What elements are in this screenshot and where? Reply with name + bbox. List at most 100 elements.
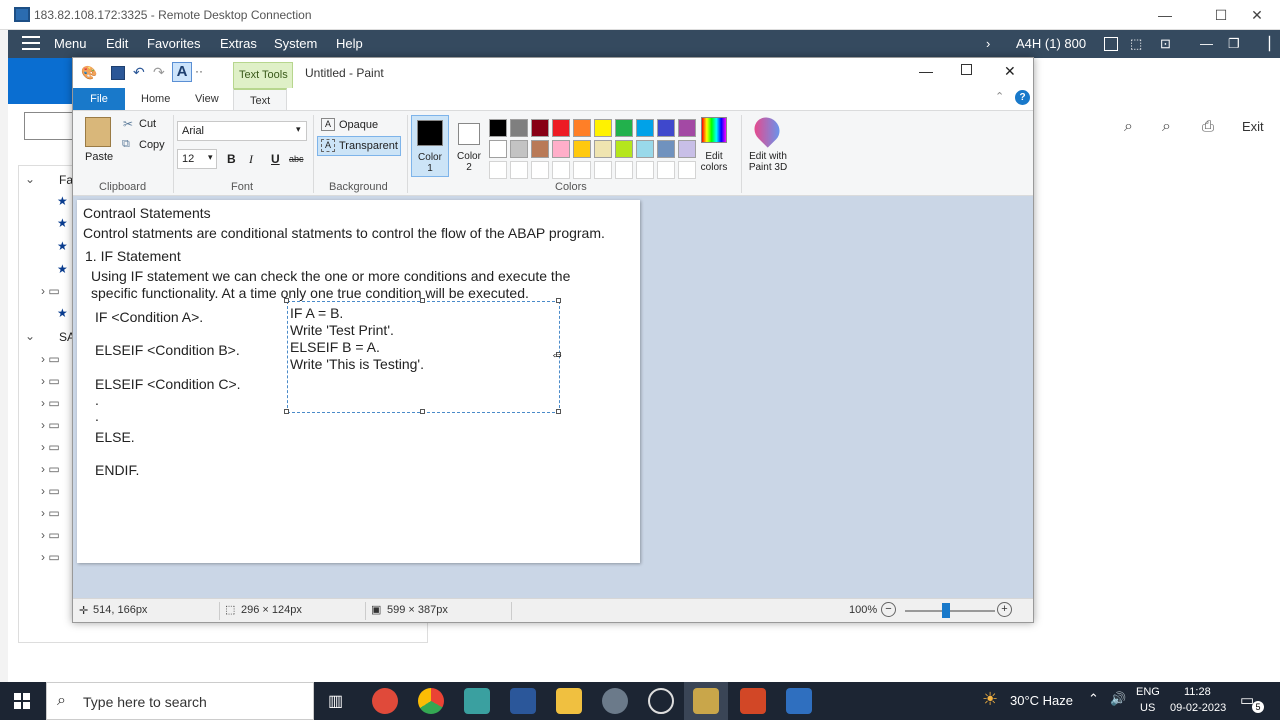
- palette-swatch[interactable]: [678, 161, 696, 179]
- paint-taskbar-item[interactable]: [684, 682, 728, 720]
- paste-button[interactable]: Paste: [85, 151, 113, 163]
- tree-node-favorites[interactable]: Fa: [59, 173, 73, 187]
- palette-swatch[interactable]: [615, 119, 633, 137]
- menu-item-help[interactable]: Help: [336, 36, 363, 51]
- copy-button[interactable]: Copy: [139, 139, 165, 151]
- palette-swatch[interactable]: [531, 119, 549, 137]
- folder-icon[interactable]: › ▭: [41, 374, 60, 388]
- task-view-icon[interactable]: ▥: [328, 691, 343, 711]
- paint-close-button[interactable]: ✕: [1004, 63, 1016, 80]
- opaque-button[interactable]: Opaque: [339, 119, 378, 131]
- resize-handle[interactable]: [420, 298, 425, 303]
- patch-icon[interactable]: ⬚: [1130, 36, 1142, 52]
- folder-icon[interactable]: › ▭: [41, 484, 60, 498]
- menu-item-system[interactable]: System: [274, 36, 317, 51]
- paint-minimize-button[interactable]: —: [919, 63, 933, 79]
- palette-swatch[interactable]: [552, 161, 570, 179]
- palette-swatch[interactable]: [531, 140, 549, 158]
- resize-handle[interactable]: [420, 409, 425, 414]
- tab-text[interactable]: Text: [233, 88, 288, 110]
- folder-icon[interactable]: › ▭: [41, 284, 60, 298]
- menu-item-edit[interactable]: Edit: [106, 36, 128, 51]
- speaker-icon[interactable]: 🔊: [1110, 691, 1126, 707]
- italic-button[interactable]: I: [249, 152, 253, 167]
- palette-swatch[interactable]: [552, 140, 570, 158]
- edit-with-paint3d-button[interactable]: Edit with Paint 3D: [745, 151, 791, 173]
- palette-swatch[interactable]: [615, 140, 633, 158]
- palette-swatch[interactable]: [615, 161, 633, 179]
- cut-icon[interactable]: ✂: [123, 117, 133, 131]
- paint-maximize-button[interactable]: [961, 64, 972, 75]
- windows-start-icon[interactable]: [14, 693, 30, 709]
- palette-swatch[interactable]: [531, 161, 549, 179]
- search-icon[interactable]: ⌕: [1124, 118, 1133, 136]
- app-icon-6[interactable]: [602, 688, 628, 714]
- font-family-select[interactable]: Arial ▾: [177, 121, 307, 141]
- underline-button[interactable]: U: [271, 152, 280, 166]
- tab-home[interactable]: Home: [125, 88, 186, 110]
- resize-handle[interactable]: [556, 409, 561, 414]
- expand-icon[interactable]: ⌄: [25, 172, 35, 186]
- expand-icon[interactable]: ⌄: [25, 329, 35, 343]
- palette-swatch[interactable]: [636, 140, 654, 158]
- palette-swatch[interactable]: [510, 161, 528, 179]
- zoom-slider-thumb[interactable]: [942, 603, 950, 618]
- palette-swatch[interactable]: [657, 119, 675, 137]
- close-sap-icon[interactable]: ▕: [1260, 36, 1270, 52]
- strikethrough-button[interactable]: abc: [289, 154, 304, 164]
- folder-icon[interactable]: › ▭: [41, 506, 60, 520]
- palette-swatch[interactable]: [552, 119, 570, 137]
- taskbar-search-box[interactable]: ⌕ Type here to search: [46, 682, 314, 720]
- play-icon[interactable]: [1104, 37, 1118, 51]
- palette-swatch[interactable]: [489, 119, 507, 137]
- resize-handle[interactable]: [556, 298, 561, 303]
- text-tool-icon[interactable]: A: [172, 62, 192, 82]
- restore-sap-icon[interactable]: ❐: [1228, 36, 1240, 52]
- lock-icon[interactable]: ⊡: [1160, 36, 1171, 52]
- drawing-canvas[interactable]: Contraol Statements Control statments ar…: [77, 200, 640, 563]
- file-explorer-icon[interactable]: [556, 688, 582, 714]
- color2-button[interactable]: Color 2: [451, 115, 489, 177]
- redo-icon[interactable]: ↷: [153, 64, 165, 81]
- palette-swatch[interactable]: [573, 119, 591, 137]
- folder-icon[interactable]: › ▭: [41, 440, 60, 454]
- folder-icon[interactable]: › ▭: [41, 352, 60, 366]
- opaque-icon[interactable]: A: [321, 118, 335, 131]
- app-icon-3[interactable]: [464, 688, 490, 714]
- palette-swatch[interactable]: [510, 119, 528, 137]
- close-button[interactable]: ✕: [1234, 0, 1280, 30]
- bold-button[interactable]: B: [227, 152, 236, 166]
- help-icon[interactable]: ?: [1015, 90, 1030, 105]
- folder-icon[interactable]: › ▭: [41, 528, 60, 542]
- zoom-in-button[interactable]: +: [997, 602, 1012, 617]
- remote-desktop-icon[interactable]: [786, 688, 812, 714]
- palette-swatch[interactable]: [657, 161, 675, 179]
- language-line1[interactable]: ENG: [1136, 686, 1160, 698]
- palette-swatch[interactable]: [678, 119, 696, 137]
- palette-swatch[interactable]: [573, 140, 591, 158]
- palette-swatch[interactable]: [594, 140, 612, 158]
- resize-handle[interactable]: [284, 409, 289, 414]
- palette-swatch[interactable]: [573, 161, 591, 179]
- palette-swatch[interactable]: [678, 140, 696, 158]
- palette-swatch[interactable]: [636, 119, 654, 137]
- resize-handle[interactable]: [284, 298, 289, 303]
- printer-icon[interactable]: ⎙: [1202, 118, 1214, 135]
- hamburger-icon[interactable]: [22, 36, 40, 50]
- command-field[interactable]: [24, 112, 74, 140]
- tab-view[interactable]: View: [179, 88, 235, 110]
- palette-swatch[interactable]: [636, 161, 654, 179]
- palette-swatch[interactable]: [594, 161, 612, 179]
- chrome-icon[interactable]: [418, 688, 444, 714]
- tab-file[interactable]: File: [73, 88, 125, 110]
- folder-icon[interactable]: › ▭: [41, 550, 60, 564]
- word-icon[interactable]: [510, 688, 536, 714]
- edit-colors-icon[interactable]: [701, 117, 727, 143]
- menu-item-menu[interactable]: Menu: [54, 36, 87, 51]
- customize-qat-icon[interactable]: ··: [195, 64, 203, 78]
- language-line2[interactable]: US: [1140, 702, 1155, 714]
- edit-colors-button[interactable]: Edit colors: [697, 151, 731, 173]
- palette-swatch[interactable]: [489, 140, 507, 158]
- obs-icon[interactable]: [648, 688, 674, 714]
- paint3d-icon[interactable]: [749, 112, 785, 148]
